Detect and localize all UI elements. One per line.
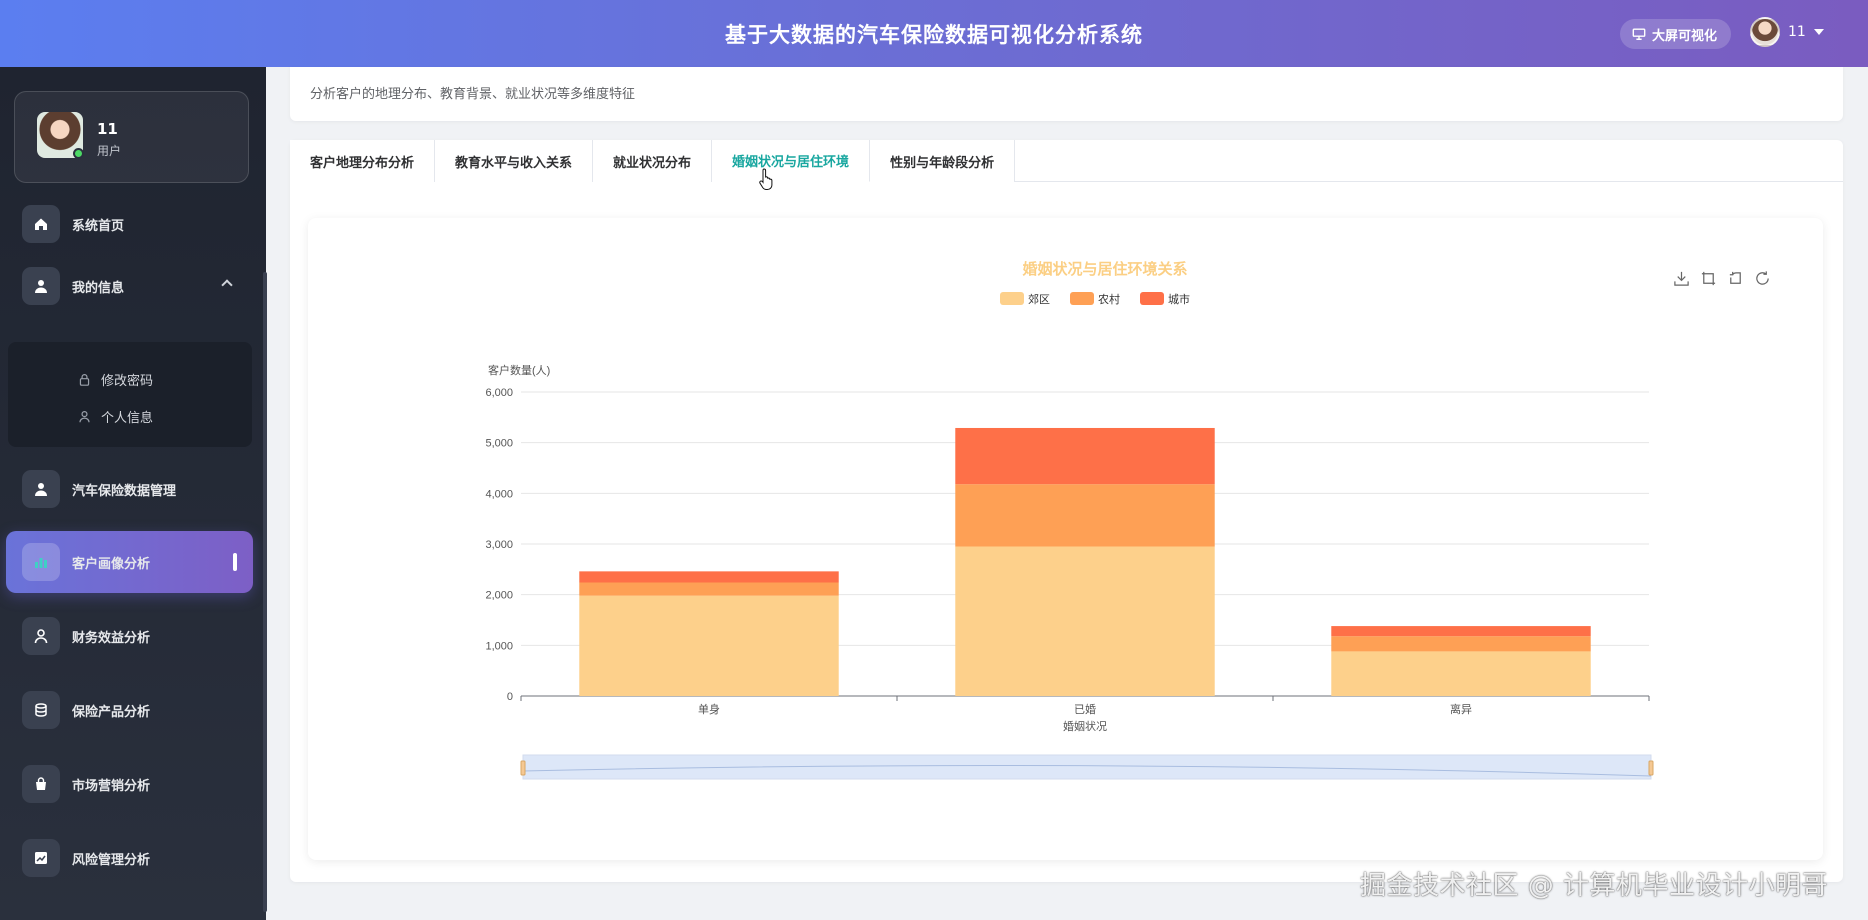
sidebar-item-risk[interactable]: 风险管理分析 [6,827,253,889]
sidebar-scrollbar[interactable] [263,272,267,912]
sidebar-item-label: 财务效益分析 [72,630,151,646]
x-tick-label-1: 已婚 [1074,702,1096,716]
legend-swatch-1 [1070,292,1094,305]
trend-icon [35,852,47,864]
legend-label-2: 城市 [1168,292,1190,306]
user-name: 11 [97,120,118,138]
bar-chart-icon [35,558,47,568]
bar-2-2 [1331,626,1591,637]
sidebar-item-marketing[interactable]: 市场营销分析 [6,753,253,815]
bar-1-0 [955,546,1215,696]
monitor-icon [1632,28,1646,40]
datazoom-handle-right [1648,760,1654,776]
user-icon [35,483,47,496]
sub-item-label: 修改密码 [101,374,154,389]
bar-1-2 [955,427,1215,485]
user-menu[interactable]: 11 [1750,17,1824,47]
datazoom-track [522,754,1652,780]
watermark: 掘金技术社区 @ 计算机毕业设计小明哥 [1360,865,1828,902]
sidebar-item-financial[interactable]: 财务效益分析 [6,605,253,667]
watermark-text: 掘金技术社区 @ 计算机毕业设计小明哥 [1360,871,1829,901]
sidebar-item-label: 客户画像分析 [72,556,151,572]
y-tick-label-0: 0 [507,691,513,703]
sidebar-item-my-info[interactable]: 我的信息 [6,255,253,317]
tab-education-income[interactable]: 教育水平与收入关系 [435,140,594,182]
avatar [1750,17,1780,47]
caret-down-icon [1813,29,1824,35]
sidebar-item-customer-profile[interactable]: 客户画像分析 [6,531,253,593]
header-username: 11 [1788,24,1806,40]
y-tick-label-3: 3,000 [485,539,513,551]
sidebar-item-change-password[interactable]: 修改密码 [78,370,153,389]
user-role: 用户 [97,144,122,158]
active-indicator [233,553,237,571]
top-header: 基于大数据的汽车保险数据可视化分析系统 大屏可视化 11 [0,0,1868,67]
x-tick-label-2: 离异 [1450,702,1472,716]
sidebar-item-insurance-data[interactable]: 汽车保险数据管理 [6,458,253,520]
bar-0-2 [579,571,839,583]
y-axis-label: 客户数量(人) [488,363,550,377]
y-tick-label-1: 1,000 [485,640,513,652]
bar-1-1 [955,484,1215,547]
chart-card: 婚姻状况与居住环境关系郊区 农村 城市客户数量(人) 0 1,000 2,000 3,000… [308,218,1823,860]
legend-label-1: 农村 [1098,292,1120,306]
tab-employment[interactable]: 就业状况分布 [593,140,713,182]
home-icon [35,218,47,230]
zoom-back-icon[interactable] [1727,270,1744,287]
submenu-my-info: 修改密码 个人信息 [8,342,252,447]
y-tick-label-6: 6,000 [485,387,513,399]
sidebar: 11 用户 系统首页 我的信息 修改密码 个人信息 汽车保险数据管理 客户画像分… [0,67,267,920]
bar-2-0 [1331,651,1591,696]
legend-label-0: 郊区 [1028,293,1050,306]
y-tick-label-2: 2,000 [485,590,513,602]
stacked-bar-chart: 婚姻状况与居住环境关系郊区 农村 城市客户数量(人) 0 1,000 2,000 3,000… [485,260,1654,780]
x-tick-label-0: 单身 [698,702,720,716]
sidebar-item-products[interactable]: 保险产品分析 [6,679,253,741]
bar-0-1 [579,582,839,596]
sidebar-item-personal-info[interactable]: 个人信息 [78,407,153,426]
bar-2-1 [1331,636,1591,652]
chart-title: 婚姻状况与居住环境关系 [1022,260,1187,278]
tab-geo-distribution[interactable]: 客户地理分布分析 [290,140,436,182]
tab-marital-residence[interactable]: 婚姻状况与居住环境 [712,140,871,182]
bigscreen-label: 大屏可视化 [1652,28,1718,44]
bigscreen-button[interactable]: 大屏可视化 [1620,19,1732,49]
legend-swatch-0 [1000,292,1024,305]
sidebar-item-label: 系统首页 [72,218,125,234]
user-card: 11 用户 [14,91,249,183]
sidebar-item-home[interactable]: 系统首页 [6,193,253,255]
hand-cursor-icon [759,168,773,190]
database-icon [35,703,47,717]
y-tick-label-4: 4,000 [485,488,513,500]
sidebar-item-label: 保险产品分析 [72,704,151,720]
restore-icon[interactable] [1754,270,1771,287]
chart-toolbox [1673,270,1771,287]
bag-icon [36,777,46,790]
tab-bar: 客户地理分布分析 教育水平与收入关系 就业状况分布 婚姻状况与居住环境 性别与年… [290,140,1843,182]
sidebar-item-label: 市场营销分析 [72,778,151,794]
x-axis-label: 婚姻状况 [1063,719,1107,733]
person-icon [79,411,90,423]
online-status-dot [73,148,84,159]
y-tick-label-5: 5,000 [485,438,513,450]
sidebar-item-label: 风险管理分析 [72,852,151,868]
bar-0-0 [579,595,839,696]
sidebar-item-label: 我的信息 [72,280,125,296]
description-card: 分析客户的地理分布、教育背景、就业状况等多维度特征 [290,67,1843,121]
lock-icon [79,374,90,386]
chevron-up-icon [221,279,233,291]
tab-gender-age[interactable]: 性别与年龄段分析 [870,140,1016,182]
sub-item-label: 个人信息 [101,411,154,426]
datazoom-handle-left [520,760,526,776]
app-title: 基于大数据的汽车保险数据可视化分析系统 [725,22,1143,47]
download-icon[interactable] [1673,270,1690,287]
person-icon [34,629,48,644]
user-icon [35,280,47,293]
page-description: 分析客户的地理分布、教育背景、就业状况等多维度特征 [310,87,636,102]
sidebar-item-label: 汽车保险数据管理 [72,483,177,499]
zoom-select-icon[interactable] [1700,270,1717,287]
legend-swatch-2 [1140,292,1164,305]
